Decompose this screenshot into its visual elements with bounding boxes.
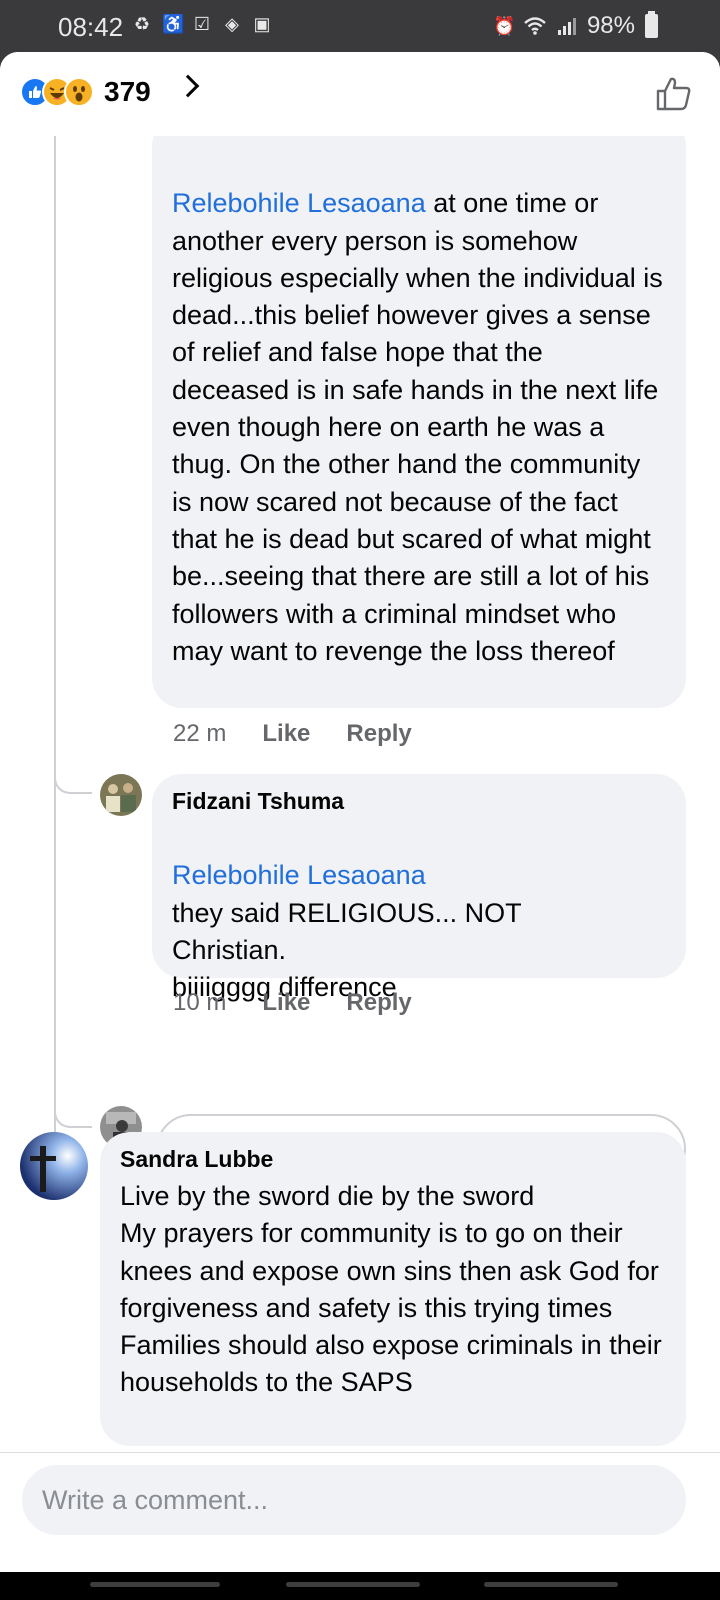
wow-reaction-icon [64,77,94,107]
accessibility-icon: ♿ [162,14,185,34]
status-time: 08:42 [58,12,124,42]
comment-author[interactable]: Fidzani Tshuma [172,786,666,816]
comment-time: 10 m [173,989,227,1016]
thread-branch [54,776,92,794]
system-nav-bar [0,1572,720,1600]
comment-actions: 22 m Like Reply [173,720,448,748]
battery-percent: 98% [586,12,635,39]
reaction-count: 379 [104,76,151,107]
comment-text: they said RELIGIOUS... NOT Christian. bi… [172,897,522,1003]
recycle-icon: ♻ [133,14,151,34]
status-bar: 08:42 ♻ ♿ ☑ ◈ ▣ ⏰ 98% [0,0,720,52]
comment-time: 22 m [173,720,227,747]
status-notification-icons: ♻ ♿ ☑ ◈ ▣ [132,14,272,34]
comment-author[interactable]: Sandra Lubbe [120,1144,666,1174]
comment-bubble[interactable]: Fidzani Tshuma Relebohile Lesaoana they s… [152,774,686,1002]
comment-text: at one time or another every person is s… [172,188,663,666]
reply-button[interactable]: Reply [346,720,411,748]
wifi-icon [524,17,546,35]
image-icon: ▣ [253,14,271,34]
back-button[interactable] [484,1582,618,1587]
comment-input[interactable]: Write a comment... [22,1465,686,1535]
battery-icon [645,11,658,38]
signal-icon [557,18,576,35]
thread-branch [54,1110,92,1128]
alarm-icon: ⏰ [492,16,516,36]
recents-button[interactable] [90,1582,220,1587]
comment-thread: Relebohile Lesaoana at one time or anoth… [0,116,720,1536]
reactions-header: 379 [0,52,720,136]
reply-button[interactable]: Reply [346,989,411,1017]
like-button[interactable]: Like [262,720,310,748]
check-box-icon: ☑ [193,14,211,34]
home-button[interactable] [286,1582,420,1587]
status-system-icons: ⏰ 98% [492,11,658,40]
comment-composer: Write a comment... [0,1452,720,1572]
comment-bubble[interactable]: Relebohile Lesaoana at one time or anoth… [152,116,686,708]
comment-actions: 10 m Like Reply [173,989,448,1017]
mention-link[interactable]: Relebohile Lesaoana [172,857,666,894]
like-button[interactable]: Like [262,989,310,1017]
chevron-right-icon[interactable] [176,74,200,98]
comment-bubble[interactable]: Sandra Lubbe Live by the sword die by th… [100,1132,686,1446]
nav-arrows-icon: ◈ [225,14,239,34]
reactions-summary[interactable]: 379 [20,76,151,108]
avatar[interactable] [100,774,142,816]
like-outline-icon[interactable] [654,74,694,114]
mention-link[interactable]: Relebohile Lesaoana [172,188,426,218]
comment-text: Live by the sword die by the sword My pr… [120,1181,662,1398]
thread-line [54,136,56,1146]
comments-sheet: 379 Relebohile Lesaoana at one time or a… [0,52,720,1572]
avatar[interactable] [20,1132,88,1200]
